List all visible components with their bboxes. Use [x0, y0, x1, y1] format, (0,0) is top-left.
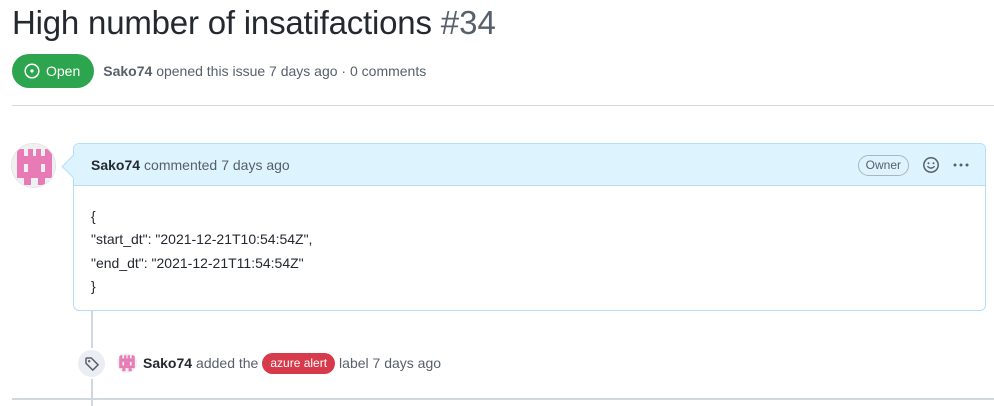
smiley-icon[interactable] [921, 155, 941, 175]
event-text: added the [196, 355, 259, 371]
comment-body: { "start_dt": "2021-12-21T10:54:54Z", "e… [74, 186, 985, 317]
avatar[interactable] [11, 143, 56, 188]
comment-author-link[interactable]: Sako74 [91, 157, 140, 173]
comment-line: "start_dt": "2021-12-21T10:54:54Z", [91, 231, 313, 248]
label-event: Sako74 added the azure alert label 7 day… [117, 350, 441, 376]
comment-header: Sako74 commented 7 days ago Owner [74, 144, 985, 186]
comment-line: } [91, 277, 96, 294]
comment-line: { [91, 208, 96, 224]
issue-title: High number of insatifactions [12, 4, 432, 41]
issue-author-link[interactable]: Sako74 [103, 63, 152, 79]
issue-header: High number of insatifactions #34 [12, 4, 496, 50]
timeline-divider [12, 398, 994, 400]
event-text-after: label 7 days ago [339, 355, 442, 371]
state-label: Open [46, 63, 81, 79]
issue-meta: Open Sako74 opened this issue 7 days ago… [12, 54, 426, 88]
issue-number: #34 [440, 4, 496, 41]
identicon [12, 144, 55, 187]
header-divider [12, 105, 994, 106]
kebab-horizontal-icon[interactable] [951, 155, 971, 175]
tag-icon [84, 356, 99, 371]
comment-actions: Owner [857, 144, 971, 186]
comment-box: Sako74 commented 7 days ago Owner {"sta… [73, 143, 986, 311]
comment-timestamp[interactable]: 7 days ago [221, 157, 290, 173]
comment-line: "end_dt": "2021-12-21T11:54:54Z" [91, 254, 304, 271]
avatar[interactable] [117, 353, 137, 373]
state-badge: Open [12, 54, 95, 88]
comment-action: commented [144, 156, 218, 173]
identicon [117, 353, 137, 373]
issue-opened-icon [24, 63, 40, 79]
event-author-link[interactable]: Sako74 [143, 355, 192, 371]
label-azure-alert[interactable]: azure alert [262, 352, 336, 374]
issue-meta-text: Sako74 opened this issue 7 days ago · 0 … [103, 63, 426, 79]
issue-meta-detail: opened this issue 7 days ago · 0 comment… [156, 63, 427, 79]
timeline-event-badge [76, 348, 107, 379]
owner-badge: Owner [857, 154, 909, 176]
